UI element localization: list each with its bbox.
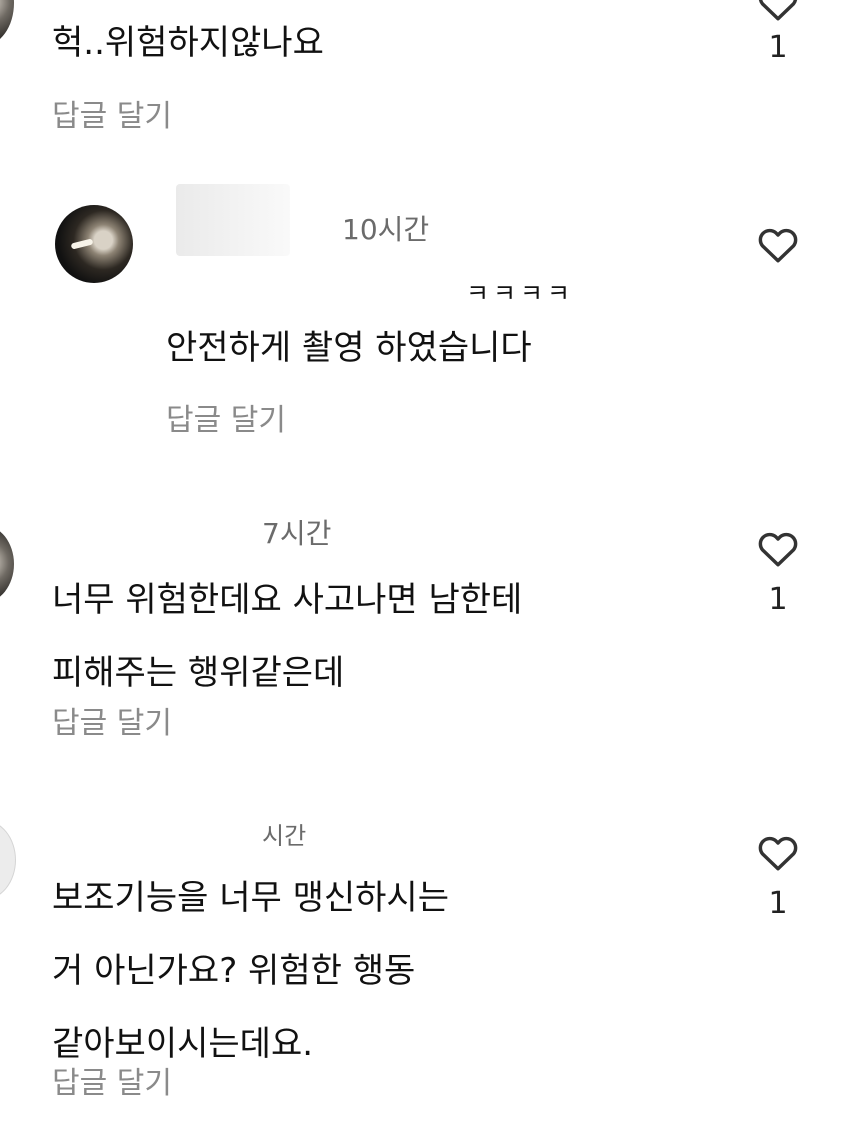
heart-outline-icon[interactable]	[755, 222, 801, 264]
reply-button[interactable]: 답글 달기	[166, 395, 286, 439]
comment-line: 너무 위험한데요 사고나면 남한테	[52, 580, 523, 620]
comment-text: 너무 위험한데요 사고나면 남한테 피해주는 행위같은데	[52, 564, 522, 710]
comment-line: 보조기능을 너무 맹신하시는	[52, 878, 449, 918]
like-count: 1	[768, 886, 788, 921]
comment-line: 안전하게 촬영 하였습니다	[166, 328, 532, 368]
like-count: 1	[768, 30, 788, 65]
comments-page: 헉..위험하지않나요 답글 달기 1 10시간 ㅋㅋㅋㅋ 안전하게 촬영 하였습…	[0, 0, 850, 1133]
comment-line: 헉..위험하지않나요	[52, 23, 324, 63]
comment-line: 거 아닌가요? 위험한 행동	[52, 951, 416, 991]
comment-text: 안전하게 촬영 하였습니다	[166, 312, 532, 385]
avatar[interactable]	[0, 820, 16, 900]
reply-button[interactable]: 답글 달기	[52, 698, 172, 742]
mention-text: ㅋㅋㅋㅋ	[466, 279, 575, 308]
avatar[interactable]	[0, 0, 14, 46]
heart-outline-icon[interactable]	[755, 526, 801, 568]
heart-outline-icon[interactable]	[755, 830, 801, 872]
heart-outline-icon[interactable]	[755, 0, 801, 22]
reply-button[interactable]: 답글 달기	[52, 91, 172, 135]
comment-time: 7시간	[262, 517, 332, 550]
avatar[interactable]	[55, 205, 133, 283]
username-redacted	[176, 184, 290, 256]
avatar[interactable]	[0, 525, 14, 603]
comment-time: 10시간	[342, 213, 430, 246]
reply-button[interactable]: 답글 달기	[52, 1058, 172, 1102]
like-count: 1	[768, 582, 788, 617]
comment-text: 보조기능을 너무 맹신하시는 거 아닌가요? 위험한 행동 같아보이시는데요.	[52, 862, 449, 1081]
comment-text: 헉..위험하지않나요	[52, 7, 324, 80]
comment-time: 시간	[262, 822, 307, 850]
